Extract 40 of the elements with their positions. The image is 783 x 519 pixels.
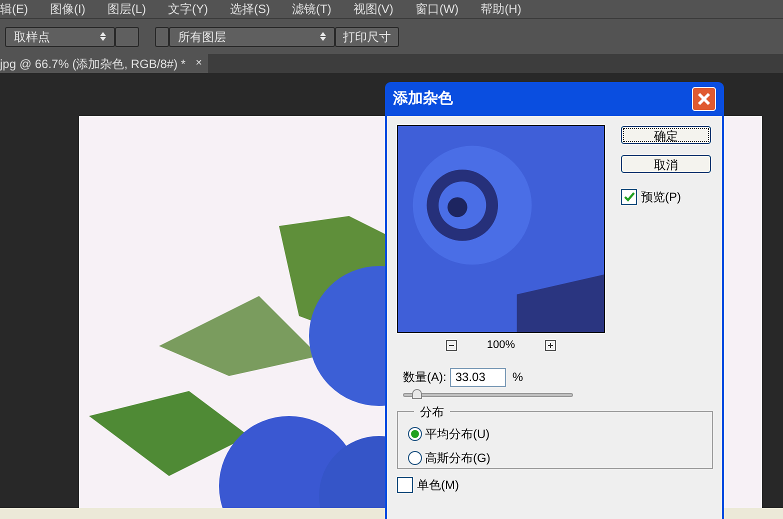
zoom-level: 100% <box>486 338 516 353</box>
stepper-arrows-icon <box>100 32 106 41</box>
ok-button[interactable]: 确定 <box>621 126 711 144</box>
cancel-button[interactable]: 取消 <box>621 155 711 173</box>
checkmark-icon <box>624 192 634 202</box>
radio-button[interactable] <box>408 450 422 464</box>
menu-item[interactable]: 辑(E) <box>0 0 28 18</box>
close-icon <box>697 92 711 106</box>
print-size-button[interactable]: 打印尺寸 <box>335 26 399 46</box>
menu-item[interactable]: 窗口(W) <box>415 0 459 18</box>
menu-item[interactable]: 帮助(H) <box>480 0 522 18</box>
menu-item[interactable]: 图层(L) <box>107 0 146 18</box>
document-tab[interactable]: jpg @ 66.7% (添加杂色, RGB/8#) * × <box>0 54 208 73</box>
menu-item[interactable]: 文字(Y) <box>168 0 208 18</box>
document-title: jpg @ 66.7% (添加杂色, RGB/8#) * <box>0 56 186 72</box>
swatch-button[interactable] <box>155 26 169 46</box>
amount-label: 数量(A): <box>403 369 446 386</box>
menu-item[interactable]: 选择(S) <box>230 0 270 18</box>
preview-label: 预览(P) <box>641 189 681 206</box>
layers-dropdown[interactable]: 所有图层 <box>169 26 335 46</box>
percent-unit: % <box>512 369 524 386</box>
radio-label: 平均分布(U) <box>425 426 490 442</box>
zoom-out-button[interactable] <box>446 340 457 351</box>
dialog-title: 添加杂色 <box>393 88 453 109</box>
menu-item[interactable]: 图像(I) <box>50 0 86 18</box>
monochrome-checkbox[interactable] <box>397 476 413 492</box>
menu-item[interactable]: 视图(V) <box>353 0 394 18</box>
preview-checkbox[interactable] <box>621 189 637 205</box>
tab-close-button[interactable]: × <box>196 55 202 72</box>
plus-icon <box>547 342 554 349</box>
slider-thumb[interactable] <box>412 388 422 398</box>
sample-dropdown[interactable]: 取样点 <box>5 26 115 46</box>
menu-item[interactable]: 滤镜(T) <box>292 0 332 18</box>
amount-input[interactable]: 33.03 <box>450 368 506 386</box>
radio-label: 高斯分布(G) <box>425 450 490 466</box>
stepper-arrows-icon <box>320 32 326 41</box>
monochrome-label: 单色(M) <box>417 476 459 494</box>
radio-button[interactable] <box>408 426 422 440</box>
close-button[interactable] <box>692 87 716 111</box>
zoom-in-button[interactable] <box>545 340 556 351</box>
